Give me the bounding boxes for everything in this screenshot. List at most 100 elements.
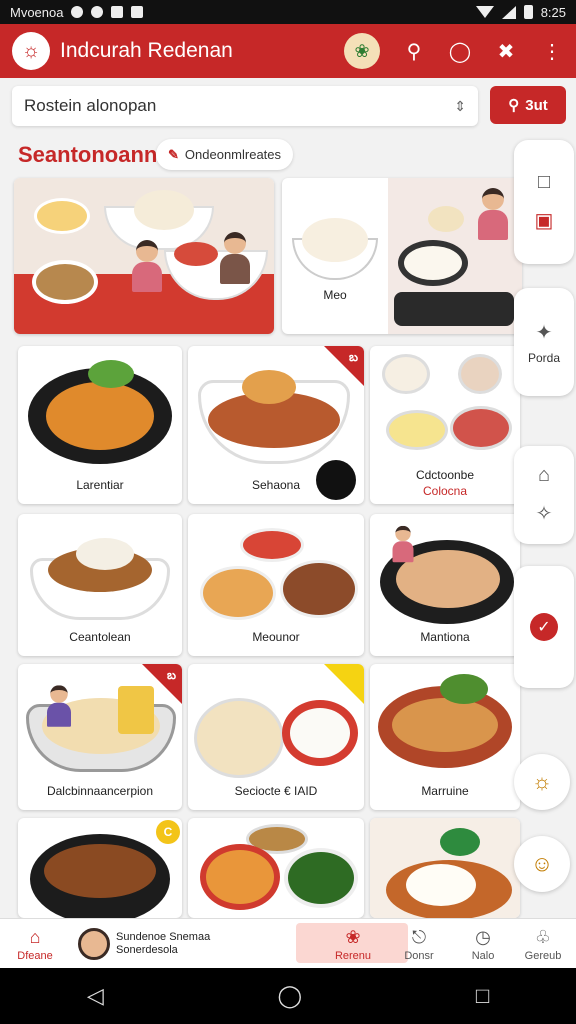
profile-icon[interactable]: ◯ — [448, 39, 472, 64]
document-icon[interactable]: □ — [538, 171, 550, 194]
dish-image — [44, 844, 156, 898]
side-rail-top: □ ▣ — [514, 140, 574, 264]
nav-item-4-label: Nalo — [471, 949, 495, 962]
dish-image — [458, 354, 502, 394]
dish-image — [134, 190, 194, 230]
voice-filter-icon[interactable]: ⇕ — [454, 98, 466, 115]
nav-item-5[interactable]: ♧ Gereub — [516, 919, 570, 969]
search-button-label: 3ut — [525, 96, 548, 114]
dish-image — [280, 560, 358, 618]
nav-item-4[interactable]: ◷ Nalo — [456, 919, 510, 969]
notification-icon — [71, 6, 84, 18]
chip-icon: ✎ — [168, 146, 179, 162]
recents-square-icon[interactable]: □ — [476, 983, 489, 1009]
battery-icon — [523, 5, 533, 19]
side-rail-middle: ⌂ ✧ — [514, 446, 574, 544]
coin-badge-icon: C — [156, 820, 180, 844]
food-card-caption: Sehaona — [251, 478, 301, 492]
section-title: Seantonoann — [18, 142, 158, 167]
dish-image — [34, 198, 90, 234]
person-image — [220, 232, 250, 284]
app-title: Indcurah Redenan — [60, 39, 233, 62]
dish-image — [242, 370, 296, 404]
dish-image — [394, 292, 514, 326]
status-time: 8:25 — [540, 4, 566, 20]
download-icon — [131, 6, 144, 18]
tray-icon: ⎋ — [411, 926, 427, 947]
food-card-caption: Marruine — [421, 784, 469, 798]
settings-round-button[interactable]: ☼ — [514, 754, 570, 810]
food-card-caption: Dalcbinnaancerpion — [46, 784, 154, 798]
dish-image — [200, 566, 276, 620]
side-rail-label: Porda — [527, 350, 561, 365]
food-card[interactable]: Meounor — [188, 514, 364, 656]
food-card[interactable]: C — [18, 818, 182, 918]
extension-icon[interactable]: ✧ — [536, 501, 553, 526]
back-icon[interactable]: ◁ — [87, 983, 104, 1009]
food-badge-text: బ — [348, 350, 358, 364]
food-card[interactable]: Cdctoonbe Colocna — [370, 346, 520, 504]
food-card-caption: Mantiona — [420, 630, 470, 644]
food-card[interactable]: Seciocte € IAID — [188, 664, 364, 810]
dish-image — [450, 406, 512, 450]
status-carrier: Mvoenoa — [10, 4, 64, 20]
lock-icon[interactable]: ▣ — [535, 208, 554, 233]
chat-round-button[interactable]: ☺ — [514, 836, 570, 892]
dish-image — [392, 698, 498, 752]
puzzle-icon[interactable]: ✖ — [494, 39, 518, 64]
nav-promo-label: Sundenoe Snemaa Sonerdesola — [116, 931, 211, 956]
dish-image — [428, 206, 464, 232]
search-icon[interactable]: ⚲ — [402, 39, 426, 64]
dish-image — [382, 354, 430, 394]
food-card[interactable]: బ Dalcbinnaancerpion — [18, 664, 182, 810]
nav-recent[interactable]: ❀ Rerenu — [322, 919, 384, 969]
section-chip[interactable]: ✎ Ondeonmlreates — [156, 139, 294, 170]
home-icon[interactable]: ⌂ — [538, 464, 550, 487]
search-button[interactable]: ⚲ 3ut — [490, 86, 566, 124]
food-card-caption: Cdctoonbe — [415, 468, 475, 482]
dish-image — [284, 848, 358, 908]
signal-icon — [501, 5, 516, 19]
person-image — [392, 525, 414, 563]
food-card[interactable]: బ Sehaona — [188, 346, 364, 504]
search-input[interactable]: Rostein alonopan ⇕ — [12, 86, 478, 126]
side-rail-puzzle[interactable]: ✦ Porda — [514, 288, 574, 396]
app-logo[interactable]: ☼ — [12, 32, 50, 70]
food-card[interactable]: Marruine — [370, 664, 520, 810]
food-card-caption: Seciocte € IAID — [234, 784, 318, 798]
bag-icon: ♧ — [534, 926, 552, 947]
food-card[interactable]: Larentiar — [18, 346, 182, 504]
home-icon: ⌂ — [29, 926, 41, 947]
dish-image — [88, 360, 134, 388]
nav-promo[interactable]: Sundenoe Snemaa Sonerdesola — [78, 923, 222, 965]
nav-home[interactable]: ⌂ Dfeane — [8, 919, 62, 969]
clock-icon: ◷ — [475, 926, 491, 947]
status-bar: Mvoenoa 8:25 — [0, 0, 576, 24]
food-card[interactable]: Ceantolean — [18, 514, 182, 656]
home-circle-icon[interactable]: ◯ — [278, 983, 303, 1009]
food-card[interactable]: Mantiona — [370, 514, 520, 656]
mascot-avatar[interactable]: ❀ — [344, 33, 380, 69]
person-image — [478, 188, 508, 240]
check-icon[interactable]: ✓ — [530, 613, 558, 641]
food-card[interactable] — [370, 818, 520, 918]
nav-item-5-label: Gereub — [524, 949, 562, 962]
more-menu-icon[interactable]: ⋮ — [540, 39, 564, 64]
food-card[interactable]: Meo — [282, 178, 522, 334]
food-card-banner[interactable] — [14, 178, 274, 334]
dish-image — [174, 242, 218, 266]
dish-image — [240, 528, 304, 562]
dish-image — [302, 218, 368, 262]
bottom-nav: ⌂ Dfeane Sundenoe Snemaa Sonerdesola ❀ R… — [0, 918, 576, 968]
person-image — [132, 240, 162, 292]
nav-recent-label: Rerenu — [334, 949, 372, 962]
dish-image — [440, 674, 488, 704]
recent-icon: ❀ — [345, 926, 361, 947]
section-chip-label: Ondeonmlreates — [184, 147, 282, 162]
nav-item-3-label: Donsr — [404, 949, 434, 962]
food-card-caption: Meounor — [252, 630, 300, 644]
nav-item-3[interactable]: ⎋ Donsr — [392, 919, 446, 969]
nav-home-label: Dfeane — [17, 949, 53, 962]
food-badge-text: బ — [166, 668, 176, 682]
food-card[interactable] — [188, 818, 364, 918]
